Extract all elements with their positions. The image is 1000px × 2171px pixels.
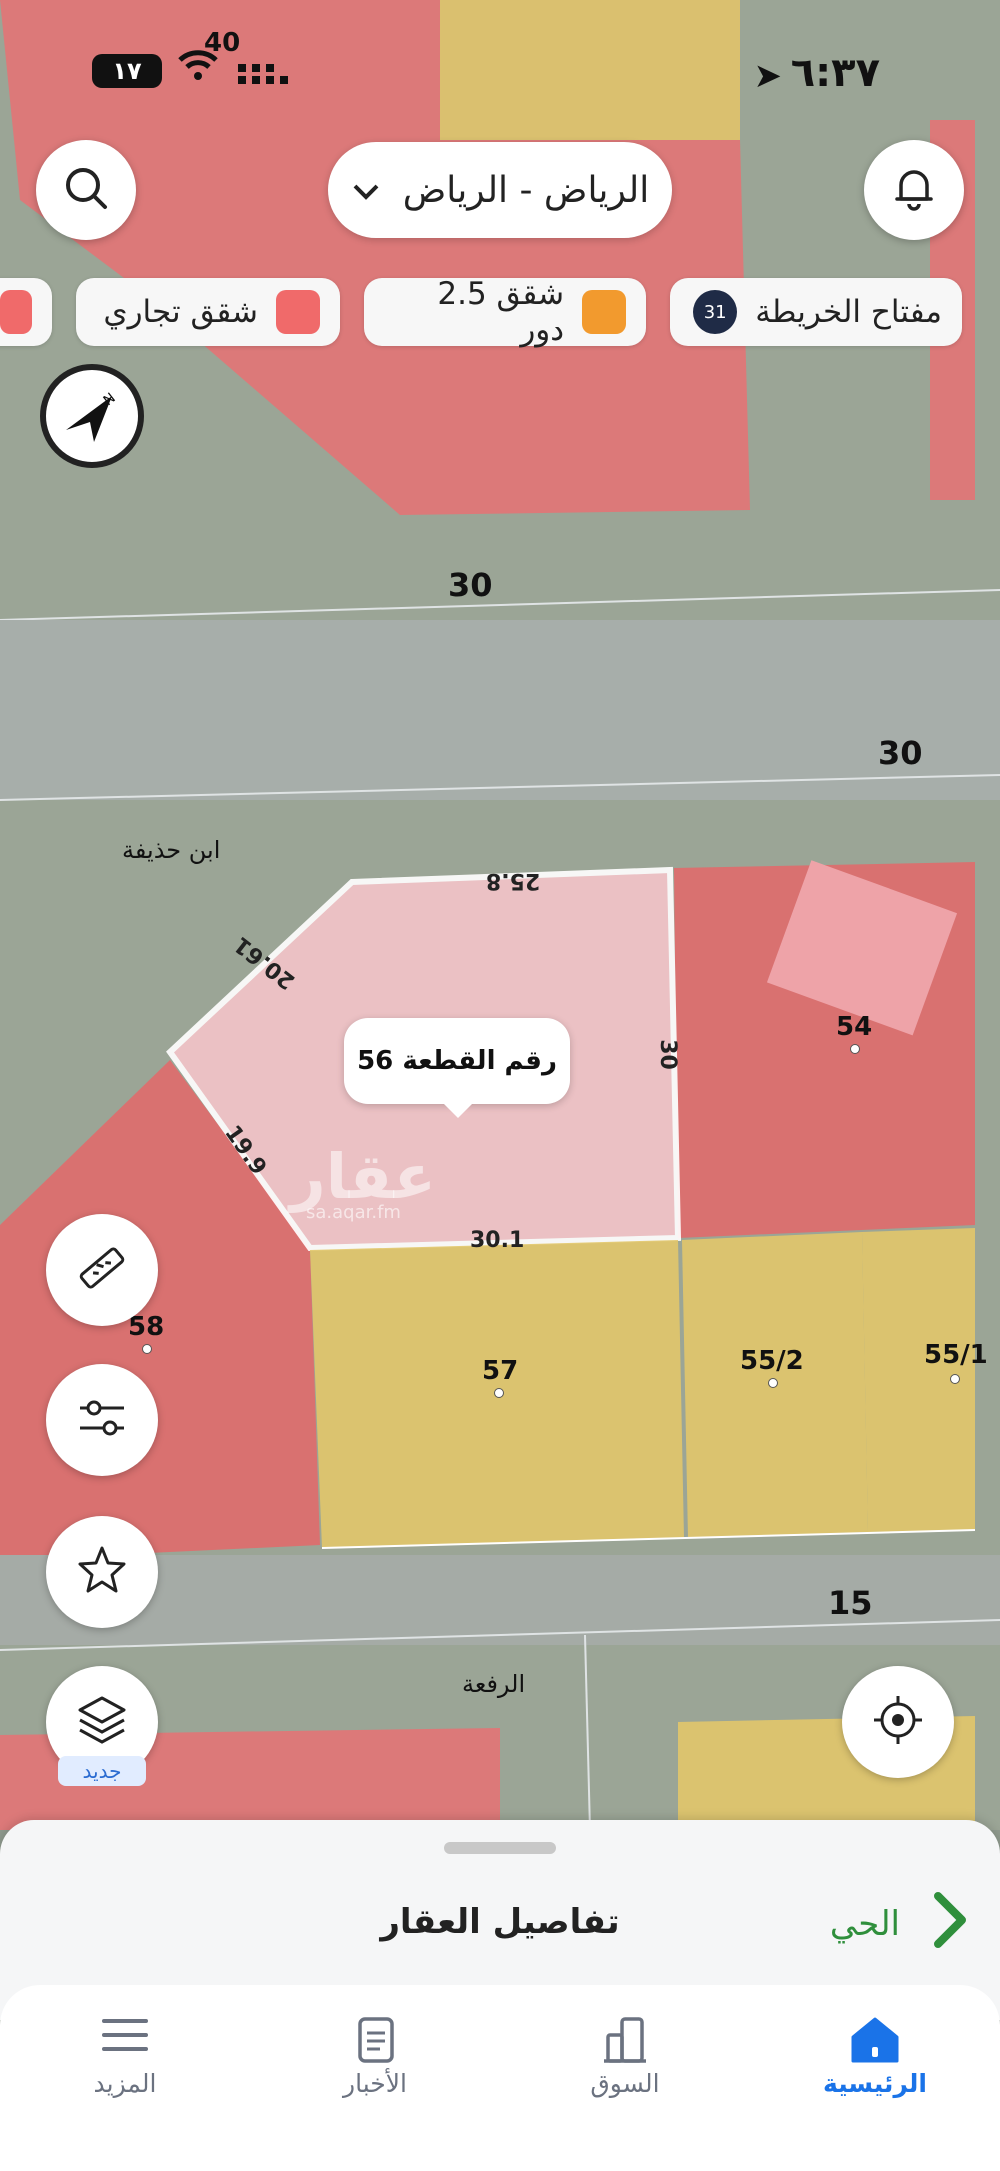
map-key-label: مفتاح الخريطة	[755, 294, 942, 330]
city-selector-label: الرياض - الرياض	[402, 169, 650, 211]
dimension-bottom: 30.1	[470, 1228, 525, 1253]
legend-chip-apartments-2-5-label: شقق 2.5 دور	[437, 276, 565, 348]
neighborhood-label-rifaa: الرفعة	[462, 1670, 526, 1698]
legend-chip-more[interactable]	[0, 278, 52, 346]
chevron-down-icon	[351, 170, 381, 211]
legend-chip-map-key[interactable]: 31 مفتاح الخريطة	[670, 278, 962, 346]
crosshair-icon	[870, 1692, 926, 1752]
dimension-right: 30	[654, 1039, 680, 1070]
street-label-15: 15	[828, 1584, 873, 1622]
favorites-button[interactable]	[46, 1516, 158, 1628]
home-icon	[750, 2015, 1000, 2065]
my-location-button[interactable]	[842, 1666, 954, 1778]
tab-news[interactable]: الأخبار	[250, 1985, 500, 2171]
plot-tooltip-text: رقم القطعة 56	[357, 1046, 557, 1076]
neighborhood-link[interactable]: الحي	[830, 1904, 900, 1944]
plot-dot-57	[494, 1388, 504, 1398]
plot-dot-55-1	[950, 1374, 960, 1384]
tab-market[interactable]: السوق	[500, 1985, 750, 2171]
legend-swatch-red	[276, 290, 320, 334]
tab-home-label: الرئيسية	[823, 2069, 927, 2098]
tab-more-label: المزيد	[93, 2069, 157, 2098]
plot-number-54[interactable]: 54	[836, 1012, 872, 1042]
location-arrow-icon: ➤	[753, 56, 783, 96]
bell-icon	[889, 163, 939, 217]
plot-dot-58	[142, 1344, 152, 1354]
plot-number-58[interactable]: 58	[128, 1312, 164, 1342]
plot-dot-54	[850, 1044, 860, 1054]
measure-button[interactable]	[46, 1214, 158, 1326]
plot-dot-55-2	[768, 1378, 778, 1388]
tab-market-label: السوق	[590, 2069, 660, 2098]
building-icon	[500, 2015, 750, 2065]
map-key-count: 31	[693, 290, 738, 334]
filter-button[interactable]	[46, 1364, 158, 1476]
search-button[interactable]	[36, 140, 136, 240]
tab-news-label: الأخبار	[343, 2069, 407, 2098]
plot-number-55-1[interactable]: 55/1	[924, 1340, 988, 1370]
watermark-url: sa.aqar.fm	[306, 1202, 401, 1223]
legend-chip-commercial-apartments[interactable]: شقق تجاري	[76, 278, 340, 346]
layers-icon	[74, 1692, 130, 1752]
chevron-right-icon[interactable]	[928, 1890, 972, 1954]
plot-number-57[interactable]: 57	[482, 1356, 518, 1386]
plot-number-55-2[interactable]: 55/2	[740, 1346, 804, 1376]
bottom-tab-bar: المزيد الأخبار السوق الرئيسية	[0, 1985, 1000, 2171]
search-icon	[61, 163, 111, 217]
status-bar: ٦:٣٧ ➤ ١٧ 40	[0, 28, 1000, 100]
sliders-icon	[74, 1390, 130, 1450]
signal-bars-icon	[238, 58, 294, 93]
tab-home[interactable]: الرئيسية	[750, 1985, 1000, 2171]
new-badge: جديد	[58, 1756, 146, 1786]
legend-chip-commercial-apartments-label: شقق تجاري	[103, 294, 258, 330]
menu-icon	[0, 2015, 250, 2055]
tab-more[interactable]: المزيد	[0, 1985, 250, 2171]
street-label-30-right: 30	[878, 734, 923, 772]
plot-tooltip[interactable]: رقم القطعة 56	[344, 1018, 570, 1118]
signal-strength-text: 40	[204, 28, 241, 58]
compass-button[interactable]: N	[40, 364, 144, 468]
dimension-top: 25.8	[486, 868, 541, 893]
legend-swatch-red-partial	[0, 290, 32, 334]
ruler-icon	[74, 1240, 130, 1300]
city-selector[interactable]: الرياض - الرياض	[328, 142, 672, 238]
battery-icon: ١٧	[92, 54, 162, 88]
newspaper-icon	[250, 2015, 500, 2065]
status-time: ٦:٣٧	[790, 50, 880, 96]
legend-chip-apartments-2-5[interactable]: شقق 2.5 دور	[364, 276, 646, 348]
notifications-button[interactable]	[864, 140, 964, 240]
sheet-drag-handle[interactable]	[444, 1842, 556, 1854]
street-label-30-top: 30	[448, 566, 493, 604]
legend-swatch-orange	[582, 290, 626, 334]
star-icon	[76, 1544, 128, 1600]
neighborhood-label-ibn-hudhaifa: ابن حذيفة	[122, 836, 221, 864]
